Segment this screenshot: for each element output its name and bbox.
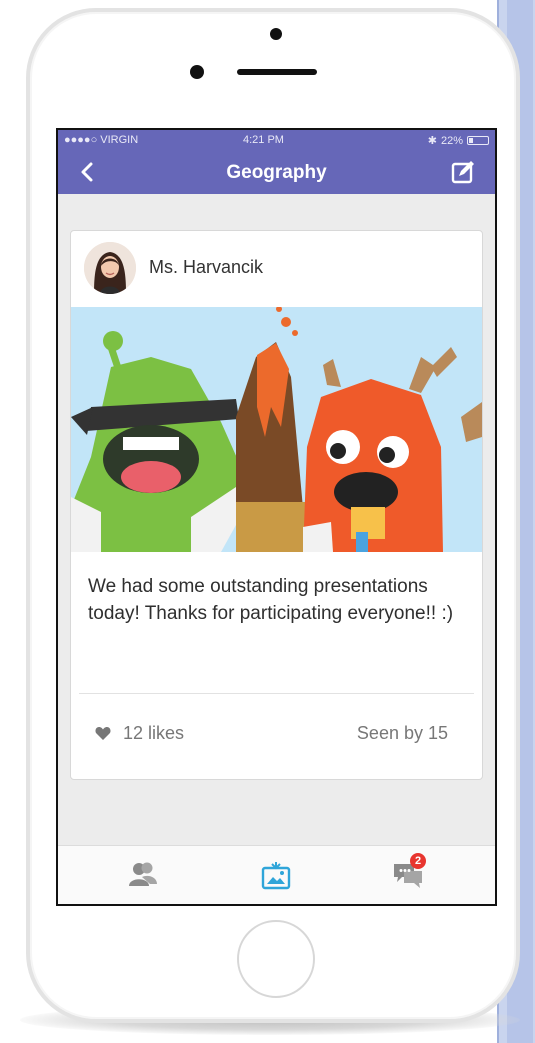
post-card: Ms. Harvancik We had some outstanding pr… (70, 230, 483, 780)
bluetooth-icon: ✱ (427, 135, 437, 147)
status-bar: ●●●●○ VIRGIN 4:21 PM ✱ 22% (58, 130, 495, 150)
compose-icon[interactable] (450, 159, 476, 185)
carrier: ●●●●○ VIRGIN (64, 134, 139, 146)
like-button[interactable]: 12 likes (95, 723, 184, 744)
story-icon[interactable] (261, 860, 291, 890)
avatar[interactable] (84, 242, 136, 294)
screen: ●●●●○ VIRGIN 4:21 PM ✱ 22% Geography Ms.… (56, 128, 497, 906)
battery-percent: 22% (440, 134, 463, 147)
messages-tab[interactable]: 2 (393, 853, 426, 890)
camera (270, 28, 282, 40)
earpiece-speaker (237, 69, 317, 75)
post-image[interactable] (71, 307, 482, 552)
tab-bar: 2 (58, 845, 495, 904)
heart-icon (95, 727, 111, 740)
status-right: ✱ 22% (428, 134, 489, 147)
messages-badge: 2 (410, 853, 426, 869)
divider (79, 693, 474, 694)
battery-icon (467, 136, 489, 145)
page-title: Geography (226, 162, 327, 183)
author-row[interactable]: Ms. Harvancik (71, 231, 482, 307)
avatar-image (84, 242, 136, 294)
battery-fill (469, 138, 473, 143)
nav-bar: Geography (58, 150, 495, 194)
likes-count: 12 likes (123, 723, 185, 743)
sensor (190, 65, 204, 79)
monsters-illustration (71, 307, 482, 552)
students-icon[interactable] (128, 860, 158, 890)
home-button[interactable] (237, 920, 315, 998)
author-name: Ms. Harvancik (149, 257, 264, 277)
status-time: 4:21 PM (243, 134, 284, 146)
post-text: We had some outstanding presentations to… (88, 576, 454, 624)
seen-by: Seen by 15 (356, 723, 448, 743)
